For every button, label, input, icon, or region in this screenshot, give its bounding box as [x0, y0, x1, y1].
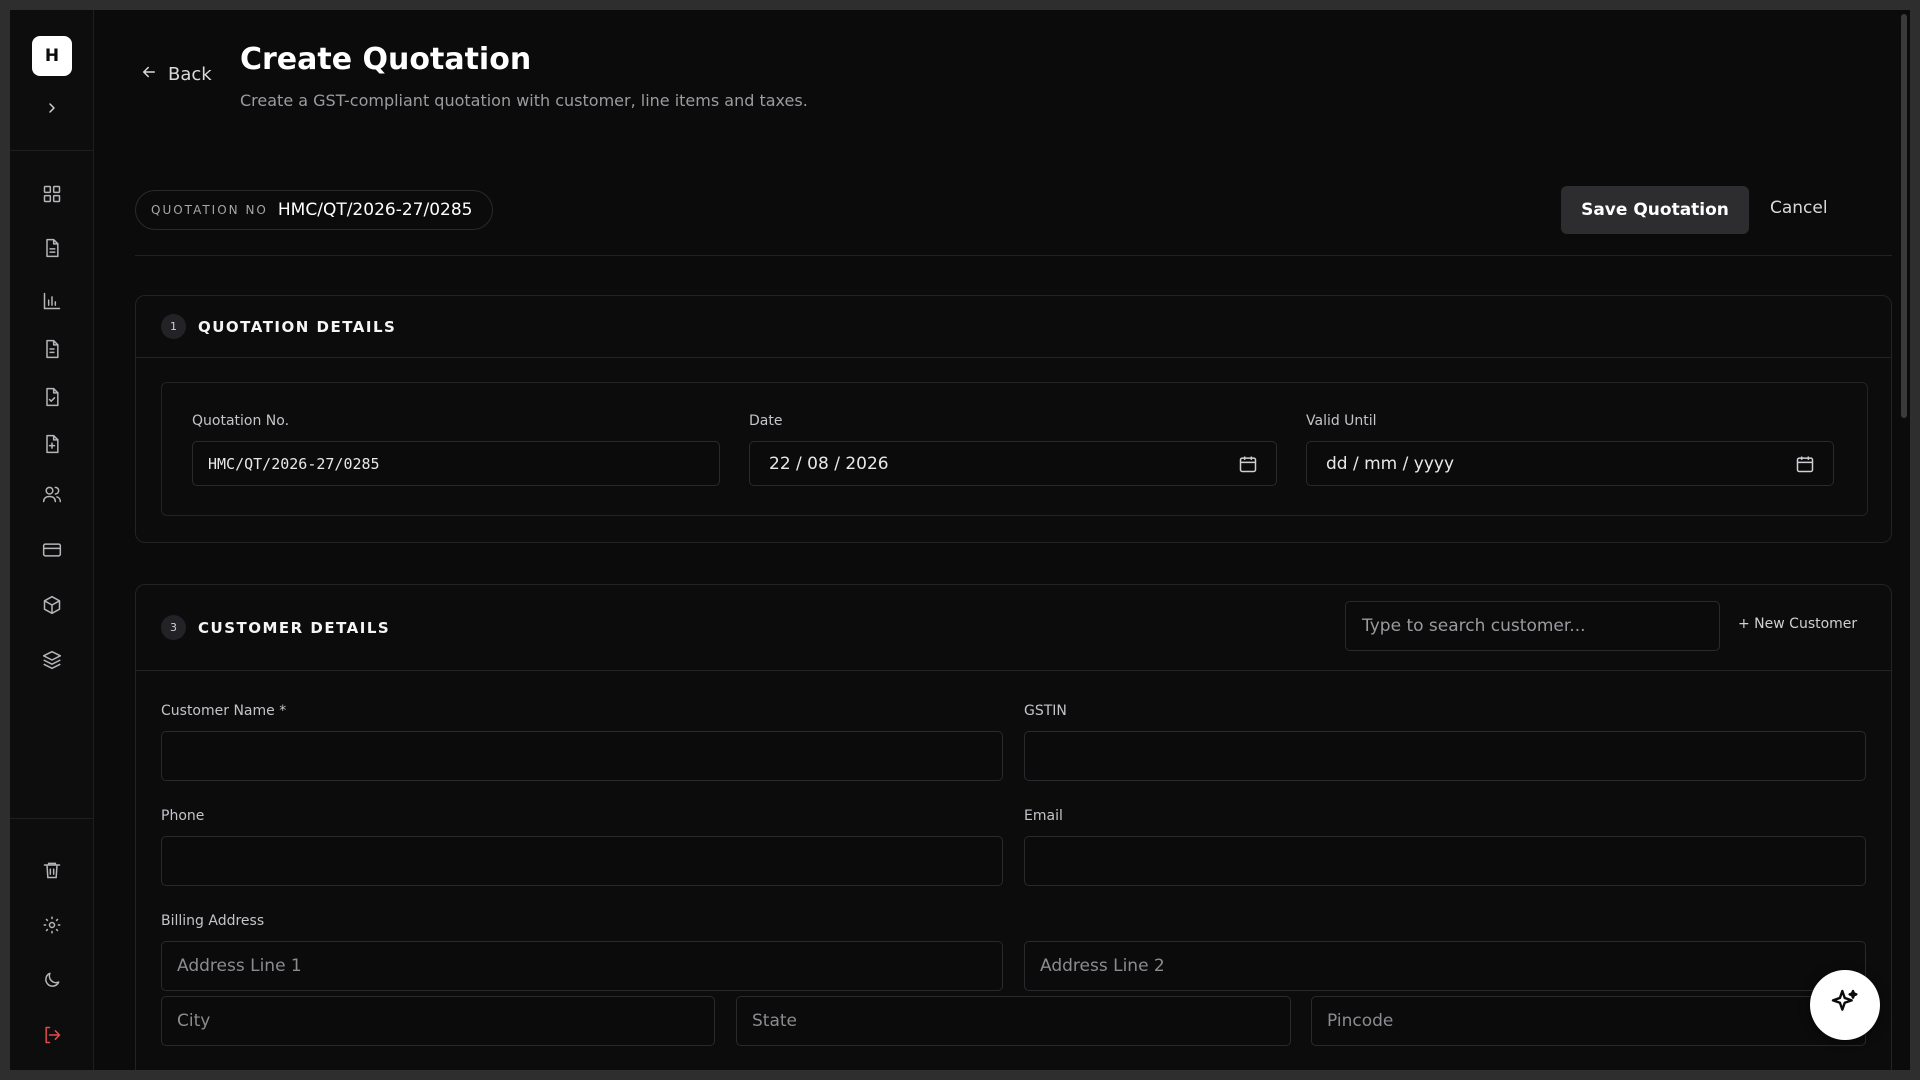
layers-icon[interactable] — [39, 647, 65, 673]
sidebar-divider — [10, 150, 94, 151]
date-value: 22 / 08 / 2026 — [769, 453, 889, 474]
step-badge: 1 — [161, 314, 186, 339]
back-button[interactable]: Back — [140, 62, 212, 86]
quotation-details-header: 1 QUOTATION DETAILS — [136, 296, 1891, 358]
document-icon[interactable] — [39, 235, 65, 261]
credit-card-icon[interactable] — [39, 537, 65, 563]
phone-field[interactable] — [161, 836, 1003, 886]
dashboard-grid-icon[interactable] — [39, 181, 65, 207]
file-plus-icon[interactable] — [39, 431, 65, 457]
calendar-icon[interactable] — [1795, 454, 1815, 474]
page-title: Create Quotation — [240, 42, 532, 77]
customer-search-input[interactable]: Type to search customer... — [1345, 601, 1720, 651]
main-content: Back Create Quotation Create a GST-compl… — [94, 10, 1910, 1070]
quotation-fields-box: Quotation No. HMC/QT/2026-27/0285 Date 2… — [161, 382, 1868, 516]
customer-name-field[interactable] — [161, 731, 1003, 781]
gstin-label: GSTIN — [1024, 703, 1067, 719]
file-check-icon[interactable] — [39, 384, 65, 410]
billing-address-label: Billing Address — [161, 913, 265, 929]
save-quotation-button[interactable]: Save Quotation — [1561, 186, 1749, 234]
quotation-number-value: HMC/QT/2026-27/0285 — [277, 200, 473, 220]
scrollbar[interactable] — [1901, 14, 1907, 418]
city-field[interactable]: City — [161, 996, 715, 1046]
back-label: Back — [168, 63, 212, 85]
arrow-left-icon — [140, 63, 158, 86]
valid-until-label: Valid Until — [1306, 413, 1377, 429]
step-badge: 3 — [161, 615, 186, 640]
quotation-details-card: 1 QUOTATION DETAILS Quotation No. HMC/QT… — [135, 295, 1892, 543]
email-label: Email — [1024, 808, 1063, 824]
quotation-number-badge: QUOTATION NO HMC/QT/2026-27/0285 — [135, 190, 493, 230]
email-field[interactable] — [1024, 836, 1866, 886]
toolbar-divider — [135, 255, 1892, 256]
gstin-field[interactable] — [1024, 731, 1866, 781]
customer-name-label: Customer Name * — [161, 703, 287, 719]
quotation-no-field[interactable]: HMC/QT/2026-27/0285 — [192, 441, 720, 486]
gear-icon[interactable] — [39, 912, 65, 938]
sidebar: H — [10, 10, 94, 1070]
app-window: H Back Create Quotation Create a GST-com… — [10, 10, 1910, 1070]
calendar-icon[interactable] — [1238, 454, 1258, 474]
quotation-no-label: Quotation No. — [192, 413, 290, 429]
pincode-field[interactable]: Pincode — [1311, 996, 1866, 1046]
section-title: QUOTATION DETAILS — [198, 317, 397, 336]
logout-icon[interactable] — [39, 1022, 65, 1048]
section-title: CUSTOMER DETAILS — [198, 618, 391, 637]
expand-sidebar-icon[interactable] — [40, 96, 64, 120]
quotation-number-label: QUOTATION NO — [151, 203, 268, 217]
valid-until-placeholder: dd / mm / yyyy — [1326, 453, 1455, 474]
phone-label: Phone — [161, 808, 205, 824]
app-logo[interactable]: H — [32, 36, 72, 76]
page-subtitle: Create a GST-compliant quotation with cu… — [240, 91, 808, 110]
state-field[interactable]: State — [736, 996, 1291, 1046]
trash-icon[interactable] — [39, 857, 65, 883]
address-line2-field[interactable]: Address Line 2 — [1024, 941, 1866, 991]
package-icon[interactable] — [39, 592, 65, 618]
date-field[interactable]: 22 / 08 / 2026 — [749, 441, 1277, 486]
valid-until-field[interactable]: dd / mm / yyyy — [1306, 441, 1834, 486]
ai-assistant-button[interactable] — [1810, 970, 1880, 1040]
new-customer-button[interactable]: + New Customer — [1738, 616, 1857, 632]
users-icon[interactable] — [39, 481, 65, 507]
sidebar-divider — [10, 818, 94, 819]
moon-icon[interactable] — [39, 967, 65, 993]
cancel-button[interactable]: Cancel — [1770, 198, 1828, 222]
bar-chart-icon[interactable] — [39, 288, 65, 314]
address-line1-field[interactable]: Address Line 1 — [161, 941, 1003, 991]
customer-details-card: 3 CUSTOMER DETAILS Type to search custom… — [135, 584, 1892, 1070]
sparkles-icon — [1829, 987, 1861, 1023]
file-text-icon[interactable] — [39, 336, 65, 362]
date-label: Date — [749, 413, 783, 429]
